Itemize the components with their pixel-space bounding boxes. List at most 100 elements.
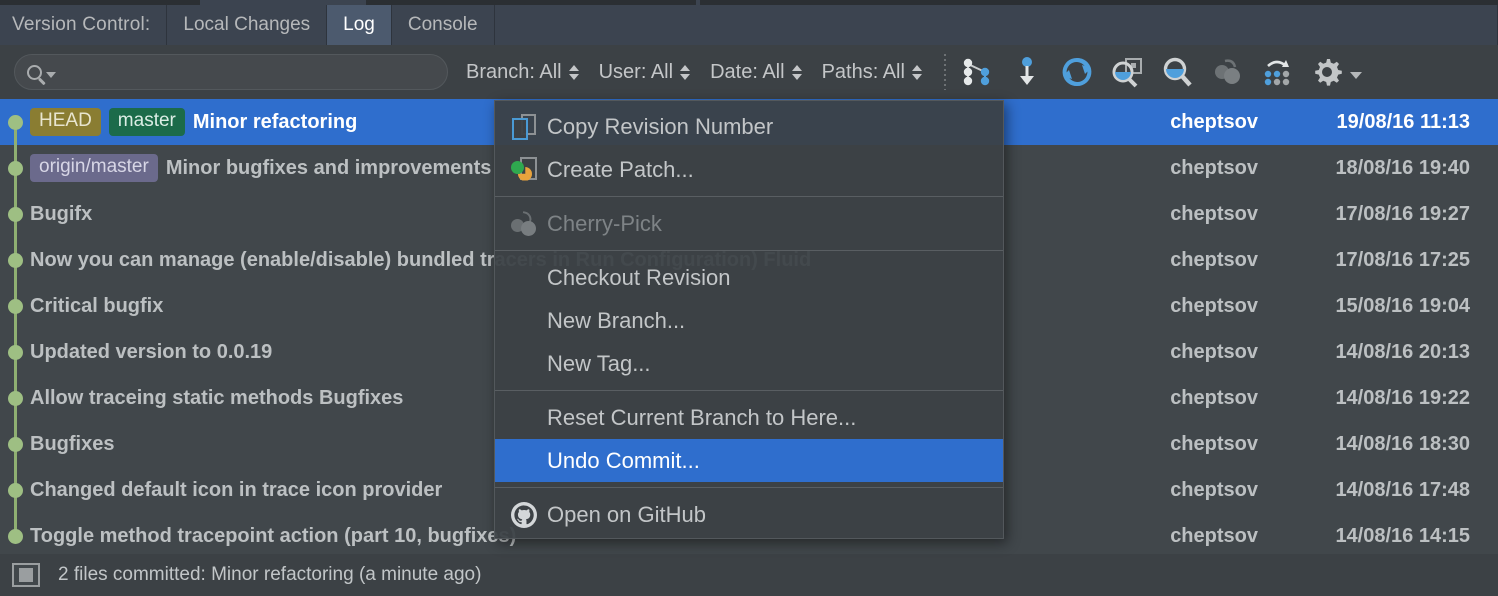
- commit-date: 19/08/16 11:13: [1288, 111, 1498, 134]
- menu-item-checkout-revision[interactable]: Checkout Revision: [495, 256, 1003, 299]
- collapse-graph-icon[interactable]: [952, 50, 1002, 94]
- commit-date: 14/08/16 19:22: [1288, 387, 1498, 410]
- menu-item-label: Copy Revision Number: [547, 114, 773, 140]
- menu-item-cherry-pick: Cherry-Pick: [495, 202, 1003, 245]
- commit-subject: Toggle method tracepoint action (part 10…: [30, 525, 516, 548]
- search-icon: [27, 65, 42, 80]
- cherry-pick-icon: [505, 210, 543, 238]
- menu-item-label: Checkout Revision: [547, 265, 730, 291]
- show-all-branches-icon[interactable]: [1252, 50, 1302, 94]
- menu-separator: [495, 390, 1003, 391]
- commit-subject: Minor refactoring: [193, 111, 357, 134]
- commit-subject: Bugifx: [30, 203, 92, 226]
- search-input[interactable]: [14, 54, 448, 90]
- commit-author: cheptsov: [1098, 387, 1288, 410]
- commit-date: 17/08/16 19:27: [1288, 203, 1498, 226]
- toolbar-separator: [944, 54, 946, 90]
- commit-author: cheptsov: [1098, 525, 1288, 548]
- graph-cell: [0, 99, 30, 145]
- intellisort-icon[interactable]: [1102, 50, 1152, 94]
- commit-date: 17/08/16 17:25: [1288, 249, 1498, 272]
- ref-tag-remote[interactable]: origin/master: [30, 154, 158, 182]
- version-control-log-window: Version Control: Local Changes Log Conso…: [0, 0, 1498, 596]
- menu-item-reset-current-branch[interactable]: Reset Current Branch to Here...: [495, 396, 1003, 439]
- updown-icon: [912, 65, 922, 80]
- tab-local-changes[interactable]: Local Changes: [167, 5, 327, 45]
- menu-item-undo-commit[interactable]: Undo Commit...: [495, 439, 1003, 482]
- filter-branch[interactable]: Branch: All: [466, 61, 579, 84]
- commit-author: cheptsov: [1098, 249, 1288, 272]
- commit-subject: Bugfixes: [30, 433, 114, 456]
- menu-item-label: Cherry-Pick: [547, 211, 662, 237]
- status-bar: 2 files committed: Minor refactoring (a …: [0, 554, 1498, 596]
- chevron-down-icon[interactable]: [1350, 72, 1362, 79]
- menu-item-label: Open on GitHub: [547, 502, 706, 528]
- graph-cell: [0, 375, 30, 421]
- menu-item-label: Reset Current Branch to Here...: [547, 405, 856, 431]
- menu-separator: [495, 487, 1003, 488]
- menu-item-new-branch[interactable]: New Branch...: [495, 299, 1003, 342]
- create-patch-icon: [505, 156, 543, 184]
- panel-title: Version Control:: [0, 5, 167, 45]
- menu-item-label: New Tag...: [547, 351, 651, 377]
- graph-cell: [0, 513, 30, 559]
- filter-date[interactable]: Date: All: [710, 61, 801, 84]
- commit-subject: Critical bugfix: [30, 295, 163, 318]
- graph-cell: [0, 237, 30, 283]
- commit-author: cheptsov: [1098, 341, 1288, 364]
- menu-item-label: Undo Commit...: [547, 448, 700, 474]
- commit-date: 14/08/16 17:48: [1288, 479, 1498, 502]
- filter-paths[interactable]: Paths: All: [822, 61, 922, 84]
- updown-icon: [792, 65, 802, 80]
- commit-author: cheptsov: [1098, 295, 1288, 318]
- menu-item-new-tag[interactable]: New Tag...: [495, 342, 1003, 385]
- search-icon[interactable]: [1152, 50, 1202, 94]
- graph-cell: [0, 191, 30, 237]
- menu-item-create-patch[interactable]: Create Patch...: [495, 148, 1003, 191]
- graph-cell: [0, 421, 30, 467]
- filter-user[interactable]: User: All: [599, 61, 690, 84]
- go-to-hash-icon[interactable]: [1002, 50, 1052, 94]
- chevron-down-icon[interactable]: [46, 72, 56, 78]
- commit-author: cheptsov: [1098, 111, 1288, 134]
- ref-tag-branch[interactable]: master: [109, 108, 185, 136]
- filter-date-label: Date: All: [710, 61, 784, 84]
- graph-cell: [0, 329, 30, 375]
- github-icon: [505, 501, 543, 529]
- menu-separator: [495, 196, 1003, 197]
- graph-cell: [0, 145, 30, 191]
- filter-group: Branch: All User: All Date: All Paths: A…: [466, 61, 942, 84]
- commit-author: cheptsov: [1098, 203, 1288, 226]
- log-toolbar: Branch: All User: All Date: All Paths: A…: [0, 45, 1498, 99]
- tab-console[interactable]: Console: [392, 5, 495, 45]
- refresh-icon[interactable]: [1052, 50, 1102, 94]
- commit-date: 18/08/16 19:40: [1288, 157, 1498, 180]
- commit-subject: Updated version to 0.0.19: [30, 341, 272, 364]
- commit-author: cheptsov: [1098, 479, 1288, 502]
- graph-cell: [0, 467, 30, 513]
- tab-log[interactable]: Log: [327, 5, 392, 45]
- filter-paths-label: Paths: All: [822, 61, 905, 84]
- updown-icon: [680, 65, 690, 80]
- menu-item-label: New Branch...: [547, 308, 685, 334]
- filter-branch-label: Branch: All: [466, 61, 562, 84]
- settings-gear-icon[interactable]: [1302, 50, 1352, 94]
- menu-item-open-on-github[interactable]: Open on GitHub: [495, 493, 1003, 536]
- menu-separator: [495, 250, 1003, 251]
- commit-author: cheptsov: [1098, 157, 1288, 180]
- commit-date: 14/08/16 14:15: [1288, 525, 1498, 548]
- commit-subject: Allow traceing static methods Bugfixes: [30, 387, 403, 410]
- commit-icon: [12, 563, 40, 587]
- commit-context-menu[interactable]: Copy Revision Number Create Patch... Che…: [494, 100, 1004, 539]
- commit-subject: Minor bugfixes and improvements: [166, 157, 492, 180]
- settings-button[interactable]: [1302, 50, 1362, 94]
- copy-revision-icon: [505, 113, 543, 141]
- updown-icon: [569, 65, 579, 80]
- commit-date: 15/08/16 19:04: [1288, 295, 1498, 318]
- filter-user-label: User: All: [599, 61, 673, 84]
- graph-cell: [0, 283, 30, 329]
- ref-tag-head[interactable]: HEAD: [30, 108, 101, 136]
- commit-author: cheptsov: [1098, 433, 1288, 456]
- menu-item-copy-revision-number[interactable]: Copy Revision Number: [495, 105, 1003, 148]
- commit-date: 14/08/16 18:30: [1288, 433, 1498, 456]
